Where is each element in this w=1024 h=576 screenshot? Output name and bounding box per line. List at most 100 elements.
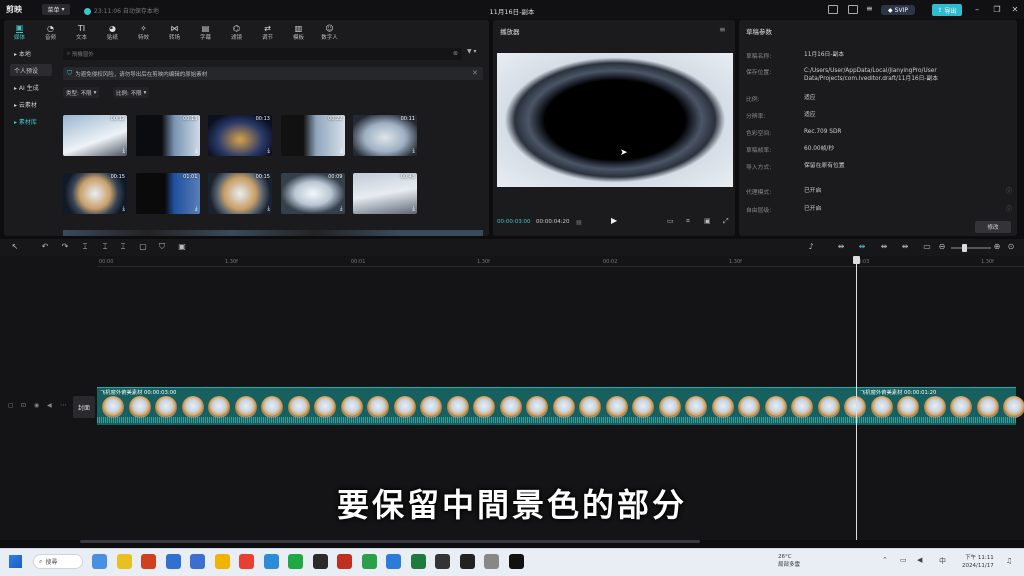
- taskbar-search[interactable]: ⌕ 搜尋: [33, 554, 83, 569]
- download-icon[interactable]: ⤓: [412, 205, 415, 213]
- taskbar-app-icon[interactable]: [92, 554, 107, 569]
- split-icon[interactable]: ⌶: [80, 242, 90, 252]
- download-icon[interactable]: ⤓: [340, 147, 343, 155]
- taskbar-app-icon[interactable]: [214, 554, 230, 569]
- download-icon[interactable]: ⤓: [412, 147, 415, 155]
- svip-badge[interactable]: ◆ SVIP: [881, 5, 915, 15]
- timeline-scrollbar[interactable]: [80, 540, 700, 543]
- media-thumbnail[interactable]: 00:11 ⤓: [353, 115, 417, 156]
- download-icon[interactable]: ⤓: [195, 147, 198, 155]
- focus-icon[interactable]: ⌗: [686, 217, 690, 226]
- play-button[interactable]: ▶: [611, 216, 617, 225]
- fullscreen-icon[interactable]: ⤢: [723, 217, 729, 226]
- tab-3[interactable]: ◕ 贴纸: [97, 20, 128, 42]
- tab-7[interactable]: ⌬ 滤镜: [221, 20, 252, 42]
- media-thumbnail[interactable]: 00:13 ⤓: [208, 115, 272, 156]
- clear-search-icon[interactable]: ⊗: [453, 50, 458, 57]
- zoom-out-icon[interactable]: ⊖: [937, 242, 947, 251]
- taskbar-app-icon[interactable]: [337, 554, 352, 569]
- media-thumbnail[interactable]: 00:43 ⤓: [353, 173, 417, 214]
- playhead-handle[interactable]: [853, 256, 860, 264]
- cover-button[interactable]: 封面: [73, 396, 95, 418]
- language-icon[interactable]: 中: [939, 556, 946, 566]
- video-preview[interactable]: [497, 53, 733, 187]
- taskbar-app-icon[interactable]: [141, 554, 156, 569]
- download-icon[interactable]: ⤓: [267, 147, 270, 155]
- media-thumbnail[interactable]: 00:13 ⤓: [135, 115, 200, 156]
- taskbar-app-icon[interactable]: [435, 554, 450, 569]
- tab-9[interactable]: ▥ 模板: [283, 20, 314, 42]
- taskbar-app-icon[interactable]: [116, 554, 132, 569]
- taskbar-app-icon[interactable]: [239, 554, 254, 569]
- tab-6[interactable]: ▤ 字幕: [190, 20, 221, 42]
- taskbar-app-icon[interactable]: [288, 554, 303, 569]
- speaker-icon[interactable]: ◀: [917, 556, 922, 564]
- network-icon[interactable]: ▭: [900, 556, 907, 564]
- tab-1[interactable]: ◔ 音频: [35, 20, 66, 42]
- download-icon[interactable]: ⤓: [267, 205, 270, 213]
- filter-button[interactable]: ▼ ▾: [467, 48, 477, 55]
- player-menu-icon[interactable]: ≡: [719, 25, 726, 34]
- taskbar-app-icon[interactable]: [508, 554, 524, 569]
- info-icon[interactable]: ⓘ: [1006, 186, 1012, 195]
- taskbar-app-icon[interactable]: [459, 554, 475, 569]
- ratio-icon[interactable]: ▣: [704, 217, 711, 225]
- zoom-slider-handle[interactable]: [962, 244, 967, 252]
- undo-icon[interactable]: ↶: [40, 242, 50, 251]
- taskbar-app-icon[interactable]: [263, 554, 279, 569]
- media-thumbnail[interactable]: 00:09 ⤓: [280, 173, 345, 214]
- maximize-icon[interactable]: ❐: [991, 4, 1003, 16]
- aspect-ratio-icon[interactable]: ▭: [667, 217, 674, 225]
- system-clock[interactable]: 下午 11:11 2024/11/17: [962, 554, 994, 570]
- notification-bell-icon[interactable]: ♫: [1006, 557, 1012, 565]
- taskbar-app-icon[interactable]: [190, 554, 205, 569]
- tray-chevron-icon[interactable]: ⌃: [882, 556, 888, 564]
- grid-icon[interactable]: ▦: [576, 219, 582, 226]
- redo-icon[interactable]: ↷: [60, 242, 70, 251]
- close-icon[interactable]: ✕: [1009, 4, 1021, 16]
- zoom-in-icon[interactable]: ⊕: [992, 242, 1002, 251]
- edit-button[interactable]: 修改: [975, 221, 1011, 233]
- sidebar-item-2[interactable]: ▸ AI 生成: [10, 81, 52, 93]
- download-icon[interactable]: ⤓: [122, 205, 125, 213]
- eye-icon[interactable]: ◉: [34, 402, 39, 409]
- tab-0[interactable]: ▣ 媒体: [4, 20, 35, 42]
- media-thumbnail[interactable]: 01:01 ⤓: [135, 173, 200, 214]
- download-icon[interactable]: ⤓: [195, 205, 198, 213]
- type-filter-dropdown[interactable]: 类型: 不限 ▾: [63, 87, 100, 98]
- taskbar-app-icon[interactable]: [484, 554, 499, 569]
- speaker-icon[interactable]: ◀: [47, 402, 52, 409]
- media-thumbnail[interactable]: 00:15 ⤓: [63, 173, 127, 214]
- microphone-icon[interactable]: ♪: [806, 242, 816, 251]
- weather-widget[interactable]: 26°C 局部多雲: [778, 553, 800, 569]
- export-button[interactable]: ⇪ 导出: [932, 4, 962, 16]
- layout-icon[interactable]: [828, 5, 838, 14]
- media-thumbnail[interactable]: 00:15 ⤓: [208, 173, 272, 214]
- screen-icon[interactable]: [848, 5, 858, 14]
- taskbar-app-icon[interactable]: [361, 554, 377, 569]
- sidebar-item-0[interactable]: ▸ 本地: [10, 47, 52, 59]
- media-search-input[interactable]: ⌕ 飛機窗外: [63, 48, 462, 60]
- ratio-filter-dropdown[interactable]: 比例: 不限 ▾: [113, 87, 150, 98]
- align-icon[interactable]: ⇹: [900, 242, 910, 251]
- crop-icon[interactable]: ▣: [177, 242, 187, 251]
- screen-ratio-icon[interactable]: ▭: [922, 242, 932, 251]
- split-left-icon[interactable]: ⌶: [100, 242, 110, 252]
- media-thumbnail[interactable]: 00:12 ⤓: [63, 115, 127, 156]
- taskbar-app-icon[interactable]: [386, 554, 401, 569]
- info-icon[interactable]: ⓘ: [1006, 204, 1012, 213]
- track-hide-icon[interactable]: ▢: [8, 402, 14, 409]
- mark-icon[interactable]: ⛉: [157, 242, 167, 252]
- tab-10[interactable]: ☺ 数字人: [314, 20, 345, 42]
- media-thumbnail[interactable]: 00:22 ⤓: [280, 115, 345, 156]
- fit-icon[interactable]: ⊙: [1006, 242, 1016, 251]
- zoom-slider[interactable]: [951, 247, 991, 249]
- windows-start-icon[interactable]: [9, 555, 22, 568]
- sidebar-item-3[interactable]: ▸ 云素材: [10, 98, 52, 110]
- taskbar-app-icon[interactable]: [410, 554, 426, 569]
- taskbar-app-icon[interactable]: [165, 554, 181, 569]
- minimize-icon[interactable]: –: [971, 4, 983, 16]
- select-tool-icon[interactable]: ↖: [10, 242, 20, 251]
- hamburger-menu-icon[interactable]: ≡: [866, 4, 873, 13]
- preview-axis-icon[interactable]: ⇹: [879, 242, 889, 251]
